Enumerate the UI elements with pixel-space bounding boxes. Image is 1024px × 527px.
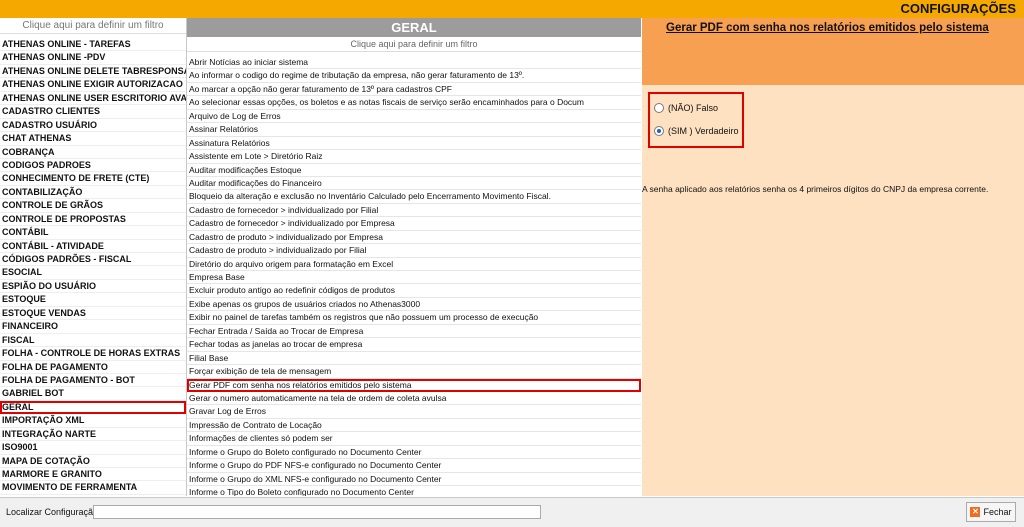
detail-panel: Gerar PDF com senha nos relatórios emiti…	[642, 18, 1024, 496]
config-list-item[interactable]: Informe o Tipo do Boleto configurado no …	[187, 486, 641, 496]
detail-header: Gerar PDF com senha nos relatórios emiti…	[642, 18, 1024, 85]
config-list-item[interactable]: Arquivo de Log de Erros	[187, 110, 641, 124]
config-panel-header: GERAL	[187, 18, 641, 37]
category-list-item[interactable]: ESPIÃO DO USUÁRIO	[0, 280, 186, 294]
config-list-item[interactable]: Excluir produto antigo ao redefinir códi…	[187, 284, 641, 298]
category-list-item[interactable]: FOLHA DE PAGAMENTO	[0, 361, 186, 374]
config-list-item[interactable]: Ao marcar a opção não gerar faturamento …	[187, 83, 641, 97]
value-options: (NÃO) Falso (SIM ) Verdadeiro	[648, 92, 744, 148]
config-list-item[interactable]: Abrir Notícias ao iniciar sistema	[187, 56, 641, 70]
config-list-item[interactable]: Gravar Log de Erros	[187, 405, 641, 419]
config-list-item[interactable]: Auditar modificações do Financeiro	[187, 177, 641, 191]
config-list-item[interactable]: Cadastro de fornecedor > individualizado…	[187, 217, 641, 231]
category-list-item[interactable]: CÓDIGOS PADRÕES - FISCAL	[0, 253, 186, 267]
config-filter[interactable]: Clique aqui para definir um filtro	[187, 37, 641, 52]
config-list-item[interactable]: Exibe apenas os grupos de usuários criad…	[187, 298, 641, 312]
category-list-item[interactable]: CONTÁBIL - ATIVIDADE	[0, 240, 186, 253]
config-list-item[interactable]: Cadastro de produto > individualizado po…	[187, 244, 641, 258]
config-list-item[interactable]: Fechar Entrada / Saída ao Trocar de Empr…	[187, 325, 641, 339]
search-label: Localizar Configuração:	[6, 507, 101, 517]
category-panel: Clique aqui para definir um filtro ATHEN…	[0, 18, 187, 496]
category-list-item[interactable]: CADASTRO USUÁRIO	[0, 119, 186, 133]
config-list-item[interactable]: Ao selecionar essas opções, os boletos e…	[187, 96, 641, 110]
config-list-item[interactable]: Gerar o numero automaticamente na tela d…	[187, 392, 641, 406]
category-list: ATHENAS ONLINE - TAREFAS ATHENAS ONLINE -…	[0, 38, 186, 495]
config-list-item[interactable]: Assistente em Lote > Diretório Raiz	[187, 150, 641, 164]
config-list-item[interactable]: Cadastro de produto > individualizado po…	[187, 231, 641, 245]
detail-title: Gerar PDF com senha nos relatórios emiti…	[666, 22, 989, 34]
title-bar: CONFIGURAÇÕES	[0, 0, 1024, 18]
category-list-item[interactable]: CONTÁBIL	[0, 226, 186, 240]
category-list-item[interactable]: CONTROLE DE PROPOSTAS	[0, 213, 186, 227]
close-label: Fechar	[983, 507, 1012, 517]
category-list-item[interactable]: MARMORE E GRANITO	[0, 468, 186, 482]
category-list-item[interactable]: IMPORTAÇÃO XML	[0, 414, 186, 428]
config-list-item[interactable]: Ao informar o codigo do regime de tribut…	[187, 69, 641, 83]
config-list-item[interactable]: Fechar todas as janelas ao trocar de emp…	[187, 338, 641, 352]
config-list-item[interactable]: Informações de clientes só podem ser	[187, 432, 641, 446]
bottom-bar: Localizar Configuração: ✕ Fechar	[0, 497, 1024, 527]
category-list-item[interactable]: FOLHA - CONTROLE DE HORAS EXTRAS	[0, 347, 186, 361]
category-filter[interactable]: Clique aqui para definir um filtro	[0, 18, 186, 34]
category-list-item[interactable]: FINANCEIRO	[0, 320, 186, 334]
category-list-item[interactable]: MAPA DE COTAÇÃO	[0, 455, 186, 468]
category-list-item[interactable]: MOVIMENTO DE FERRAMENTA	[0, 481, 186, 495]
config-list: Abrir Notícias ao iniciar sistema Ao info…	[187, 56, 641, 496]
category-list-item[interactable]: CONTABILIZAÇÃO	[0, 186, 186, 200]
category-list-item[interactable]: ATHENAS ONLINE EXIGIR AUTORIZACAO	[0, 78, 186, 92]
radio-true-icon[interactable]	[654, 126, 664, 136]
close-icon: ✕	[970, 507, 981, 517]
config-list-item[interactable]: Exibir no painel de tarefas também os re…	[187, 311, 641, 325]
category-list-item[interactable]: FOLHA DE PAGAMENTO - BOT	[0, 374, 186, 388]
config-list-item[interactable]: Filial Base	[187, 352, 641, 366]
window-title: CONFIGURAÇÕES	[900, 1, 1016, 16]
radio-false-icon[interactable]	[654, 103, 664, 113]
category-list-item[interactable]: ATHENAS ONLINE -PDV	[0, 51, 186, 65]
category-list-item[interactable]: FISCAL	[0, 334, 186, 348]
category-list-item[interactable]: ATHENAS ONLINE - TAREFAS	[0, 38, 186, 52]
category-list-item[interactable]: CONHECIMENTO DE FRETE (CTE)	[0, 172, 186, 186]
config-list-item[interactable]: Informe o Grupo do PDF NFS-e configurado…	[187, 459, 641, 473]
config-list-item[interactable]: Gerar PDF com senha nos relatórios emiti…	[187, 378, 641, 392]
config-list-item[interactable]: Assinatura Relatórios	[187, 137, 641, 151]
config-list-item[interactable]: Impressão de Contrato de Locação	[187, 419, 641, 433]
config-list-item[interactable]: Informe o Grupo do Boleto configurado no…	[187, 446, 641, 460]
category-list-item[interactable]: ATHENAS ONLINE DELETE TABRESPONSAV	[0, 65, 186, 79]
config-list-item[interactable]: Assinar Relatórios	[187, 123, 641, 137]
config-list-item[interactable]: Bloqueio da alteração e exclusão no Inve…	[187, 190, 641, 204]
category-list-item[interactable]: COBRANÇA	[0, 146, 186, 159]
category-list-item[interactable]: CONTROLE DE GRÃOS	[0, 199, 186, 213]
close-button[interactable]: ✕ Fechar	[966, 502, 1016, 522]
config-panel: GERAL Clique aqui para definir um filtro…	[187, 18, 641, 496]
category-list-item[interactable]: ESTOQUE VENDAS	[0, 307, 186, 321]
option-false-label: (NÃO) Falso	[668, 103, 719, 113]
config-list-item[interactable]: Diretório do arquivo origem para formata…	[187, 258, 641, 271]
option-false[interactable]: (NÃO) Falso	[654, 103, 718, 113]
config-list-item[interactable]: Informe o Grupo do XML NFS-e configurado…	[187, 473, 641, 486]
category-list-item[interactable]: CODIGOS PADROES	[0, 159, 186, 173]
option-true-label: (SIM ) Verdadeiro	[668, 126, 739, 136]
option-true[interactable]: (SIM ) Verdadeiro	[654, 126, 739, 136]
category-list-item[interactable]: CHAT ATHENAS	[0, 132, 186, 146]
search-input[interactable]	[93, 505, 541, 519]
config-list-item[interactable]: Cadastro de fornecedor > individualizado…	[187, 204, 641, 218]
category-list-item[interactable]: GABRIEL BOT	[0, 387, 186, 401]
category-list-item[interactable]: ESTOQUE	[0, 293, 186, 307]
category-list-item[interactable]: CADASTRO CLIENTES	[0, 105, 186, 119]
category-list-item[interactable]: ISO9001	[0, 441, 186, 455]
category-list-item[interactable]: INTEGRAÇÃO NARTE	[0, 428, 186, 442]
config-list-item[interactable]: Empresa Base	[187, 271, 641, 285]
config-list-item[interactable]: Auditar modificações Estoque	[187, 164, 641, 177]
category-list-item[interactable]: GERAL	[0, 400, 186, 415]
detail-description: A senha aplicado aos relatórios senha os…	[642, 184, 989, 194]
category-list-item[interactable]: ESOCIAL	[0, 266, 186, 280]
category-list-item[interactable]: ATHENAS ONLINE USER ESCRITORIO AVA	[0, 92, 186, 106]
config-list-item[interactable]: Forçar exibição de tela de mensagem	[187, 365, 641, 379]
